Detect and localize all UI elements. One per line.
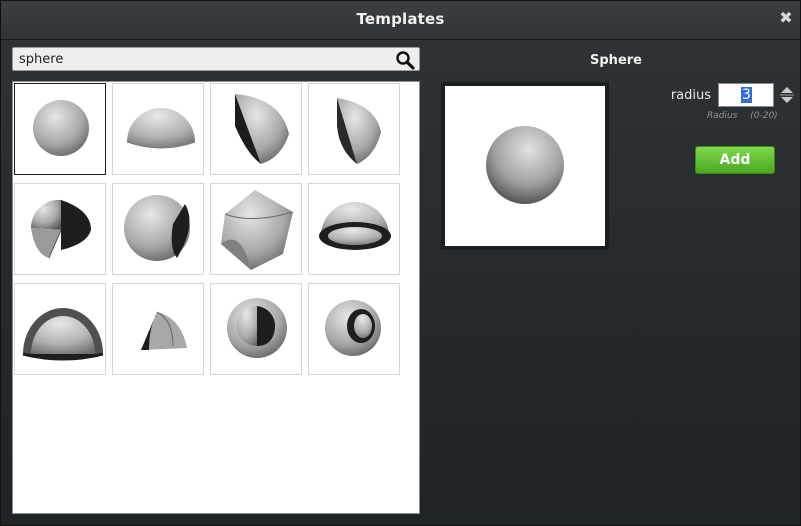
- templates-dialog: Templates ✖ sphere Sphere radius 3 Radiu…: [0, 0, 801, 526]
- bowl-icon: [319, 202, 391, 250]
- sphere-segment-icon: [235, 94, 289, 164]
- spinner-down-icon[interactable]: [781, 97, 793, 103]
- close-icon[interactable]: ✖: [778, 10, 794, 26]
- template-sphere-segment-slice[interactable]: [308, 83, 400, 175]
- template-hollow-sphere-ring[interactable]: [308, 283, 400, 375]
- radius-value: 3: [741, 87, 752, 103]
- template-sphere-rounded-cube[interactable]: [210, 183, 302, 275]
- half-shell-icon: [22, 308, 104, 361]
- search-icon[interactable]: [395, 50, 415, 70]
- template-half-shell[interactable]: [14, 283, 106, 375]
- hollow-sphere-icon: [325, 300, 381, 356]
- quarter-cut-sphere-icon: [30, 199, 91, 259]
- radius-input[interactable]: 3: [718, 83, 774, 107]
- template-eighth-sphere[interactable]: [112, 283, 204, 375]
- search-input[interactable]: [19, 50, 389, 68]
- spinner-up-icon[interactable]: [781, 87, 793, 93]
- sphere-preview-icon: [486, 126, 564, 204]
- eighth-sphere-icon: [141, 311, 187, 350]
- hemisphere-icon: [126, 108, 196, 149]
- template-hemisphere[interactable]: [112, 83, 204, 175]
- rounded-cube-icon: [221, 190, 294, 270]
- sphere-slice-icon: [337, 98, 381, 164]
- radius-hint-range: (0-20): [750, 111, 778, 121]
- title-bar: Templates ✖: [1, 1, 800, 40]
- template-shell-cutaway[interactable]: [210, 283, 302, 375]
- sphere-icon: [33, 100, 89, 156]
- template-sphere-segment-tall[interactable]: [210, 83, 302, 175]
- radius-spinner[interactable]: [779, 85, 795, 105]
- template-grid: [12, 81, 420, 514]
- preview-panel: [441, 82, 609, 250]
- template-hemisphere-bowl[interactable]: [308, 183, 400, 275]
- template-sphere-cut-flat[interactable]: [112, 183, 204, 275]
- shell-cutaway-icon: [227, 298, 287, 358]
- add-button[interactable]: Add: [695, 146, 775, 174]
- radius-hint-name: Radius: [707, 111, 738, 121]
- template-title: Sphere: [590, 53, 642, 68]
- template-sphere[interactable]: [14, 83, 106, 175]
- dialog-title: Templates: [356, 10, 445, 28]
- flat-cut-sphere-icon: [124, 195, 190, 261]
- radius-hint: Radius (0-20): [707, 111, 778, 121]
- radius-label: radius: [670, 88, 711, 103]
- search-box[interactable]: [12, 47, 420, 71]
- template-sphere-cut-quarter[interactable]: [14, 183, 106, 275]
